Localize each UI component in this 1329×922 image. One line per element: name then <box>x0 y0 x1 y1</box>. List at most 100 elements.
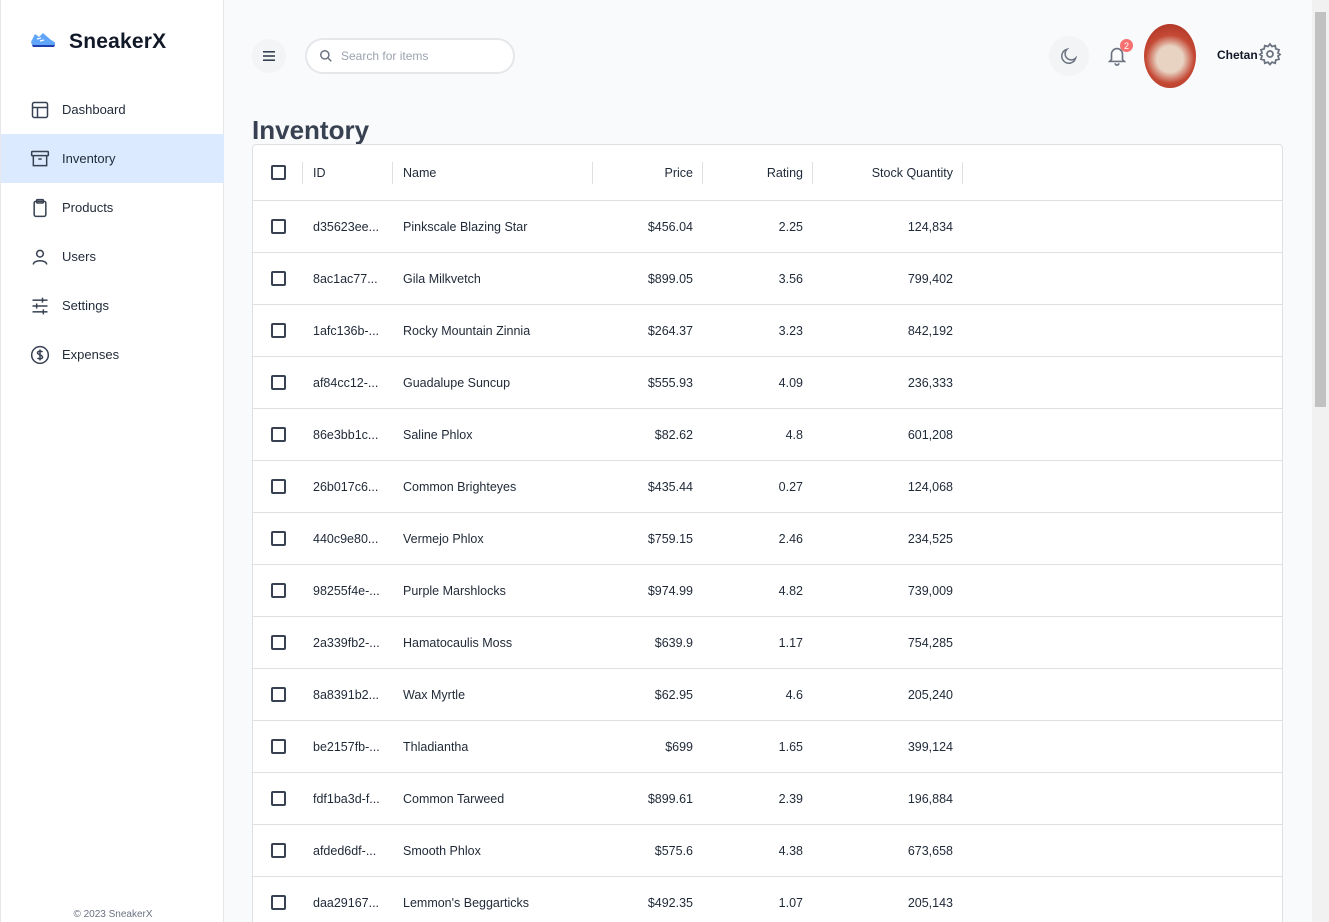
cell-id: fdf1ba3d-f... <box>313 791 380 806</box>
table-row[interactable]: daa29167... Lemmon's Beggarticks $492.35 1.… <box>253 877 1282 922</box>
row-checkbox[interactable] <box>270 427 286 442</box>
table-row[interactable]: 1afc136b-... Rocky Mountain Zinnia $264.37… <box>253 305 1282 357</box>
table-row[interactable]: af84cc12-... Guadalupe Suncup $555.93 4.09 2… <box>253 357 1282 409</box>
row-checkbox[interactable] <box>270 219 286 234</box>
cell-stock-quantity: 234,525 <box>907 531 953 546</box>
table-row[interactable]: 8ac1ac77... Gila Milkvetch $899.05 3.56 799,… <box>253 253 1282 305</box>
sidebar-item-label: Expenses <box>62 347 120 362</box>
cell-id: daa29167... <box>313 895 380 910</box>
cell-rating: 4.38 <box>778 843 803 858</box>
table-row[interactable]: be2157fb-... Thladiantha $699 1.65 399,124 <box>253 721 1282 773</box>
column-header-id[interactable]: ID <box>303 145 393 200</box>
row-checkbox[interactable] <box>270 531 286 546</box>
cell-name: Purple Marshlocks <box>403 583 506 598</box>
cell-id: 8ac1ac77... <box>313 271 378 286</box>
gear-icon[interactable] <box>1258 42 1282 66</box>
row-select-cell <box>253 791 303 806</box>
cell-price: $899.61 <box>647 791 693 806</box>
cell-price: $435.44 <box>647 479 693 494</box>
user-name[interactable]: Chetan <box>1217 48 1258 62</box>
row-checkbox[interactable] <box>270 271 286 286</box>
search-box <box>305 38 515 74</box>
archive-icon <box>30 150 50 166</box>
cell-price: $82.62 <box>654 427 693 442</box>
sidebar-item-users[interactable]: Users <box>1 232 224 281</box>
clipboard-icon <box>33 198 47 217</box>
cell-price: $759.15 <box>647 531 693 546</box>
cell-rating: 2.46 <box>778 531 803 546</box>
cell-price: $639.9 <box>654 635 693 650</box>
sneaker-icon <box>29 28 57 55</box>
row-checkbox[interactable] <box>270 895 286 910</box>
sidebar-item-label: Inventory <box>62 151 116 166</box>
column-header-rating[interactable]: Rating <box>703 145 813 200</box>
dark-mode-toggle[interactable] <box>1049 36 1089 76</box>
row-checkbox[interactable] <box>270 635 286 650</box>
sidebar-item-expenses[interactable]: Expenses <box>1 330 224 379</box>
menu-button[interactable] <box>252 39 286 73</box>
table-body: d35623ee... Pinkscale Blazing Star $456.04… <box>253 201 1282 922</box>
cell-stock-quantity: 673,658 <box>907 843 953 858</box>
inventory-table: ID Name Price Rating Stock Quantity d356… <box>252 144 1283 922</box>
cell-name: Guadalupe Suncup <box>403 375 511 390</box>
select-all-checkbox[interactable] <box>270 165 286 180</box>
cell-id: be2157fb-... <box>313 739 380 754</box>
row-checkbox[interactable] <box>270 323 286 338</box>
search-input[interactable] <box>341 49 501 63</box>
scrollbar-thumb[interactable] <box>1315 12 1326 407</box>
table-row[interactable]: fdf1ba3d-f... Common Tarweed $899.61 2.39 19… <box>253 773 1282 825</box>
sidebar-item-products[interactable]: Products <box>1 183 224 232</box>
cell-stock-quantity: 754,285 <box>907 635 953 650</box>
row-checkbox[interactable] <box>270 479 286 494</box>
cell-name: Rocky Mountain Zinnia <box>403 323 531 338</box>
cell-stock-quantity: 205,143 <box>907 895 953 910</box>
sidebar-item-settings[interactable]: Settings <box>1 281 224 330</box>
row-checkbox[interactable] <box>270 687 286 702</box>
row-select-cell <box>253 323 303 338</box>
cell-stock-quantity: 124,068 <box>907 479 953 494</box>
cell-price: $575.6 <box>654 843 693 858</box>
cell-name: Hamatocaulis Moss <box>403 635 513 650</box>
brand[interactable]: SneakerX <box>29 28 166 55</box>
sidebar-item-dashboard[interactable]: Dashboard <box>1 85 224 134</box>
column-header-price[interactable]: Price <box>593 145 703 200</box>
cell-id: 8a8391b2... <box>313 687 380 702</box>
cell-stock-quantity: 842,192 <box>907 323 953 338</box>
sidebar-item-inventory[interactable]: Inventory <box>1 134 224 183</box>
column-header-stock-quantity[interactable]: Stock Quantity <box>813 145 963 200</box>
cell-id: d35623ee... <box>313 219 380 234</box>
cell-stock-quantity: 399,124 <box>907 739 953 754</box>
row-checkbox[interactable] <box>270 583 286 598</box>
table-row[interactable]: 440c9e80... Vermejo Phlox $759.15 2.46 234,5… <box>253 513 1282 565</box>
cell-stock-quantity: 236,333 <box>907 375 953 390</box>
column-header-name[interactable]: Name <box>393 145 593 200</box>
cell-rating: 4.6 <box>785 687 803 702</box>
row-checkbox[interactable] <box>270 791 286 806</box>
cell-name: Pinkscale Blazing Star <box>403 219 528 234</box>
table-row[interactable]: 2a339fb2-... Hamatocaulis Moss $639.9 1.17 7… <box>253 617 1282 669</box>
sidebar-item-label: Dashboard <box>62 102 126 117</box>
table-row[interactable]: d35623ee... Pinkscale Blazing Star $456.04… <box>253 201 1282 253</box>
cell-stock-quantity: 601,208 <box>907 427 953 442</box>
sidebar-item-label: Users <box>62 249 96 264</box>
row-checkbox[interactable] <box>270 843 286 858</box>
avatar[interactable] <box>1144 24 1196 88</box>
cell-stock-quantity: 205,240 <box>907 687 953 702</box>
row-checkbox[interactable] <box>270 375 286 390</box>
row-select-cell <box>253 895 303 910</box>
select-all-cell <box>253 145 303 200</box>
user-icon <box>32 249 48 265</box>
table-row[interactable]: 8a8391b2... Wax Myrtle $62.95 4.6 205,240 <box>253 669 1282 721</box>
cell-name: Vermejo Phlox <box>403 531 484 546</box>
table-row[interactable]: afded6df-... Smooth Phlox $575.6 4.38 673,65… <box>253 825 1282 877</box>
copyright: © 2023 SneakerX <box>73 909 153 920</box>
cell-name: Lemmon's Beggarticks <box>403 895 530 910</box>
sidebar-item-label: Settings <box>62 298 109 313</box>
table-row[interactable]: 26b017c6... Common Brighteyes $435.44 0.27 1… <box>253 461 1282 513</box>
cell-name: Common Tarweed <box>403 791 505 806</box>
row-checkbox[interactable] <box>270 739 286 754</box>
table-row[interactable]: 98255f4e-... Purple Marshlocks $974.99 4.82… <box>253 565 1282 617</box>
table-row[interactable]: 86e3bb1c... Saline Phlox $82.62 4.8 601,208 <box>253 409 1282 461</box>
cell-price: $899.05 <box>647 271 693 286</box>
cell-stock-quantity: 739,009 <box>907 583 953 598</box>
